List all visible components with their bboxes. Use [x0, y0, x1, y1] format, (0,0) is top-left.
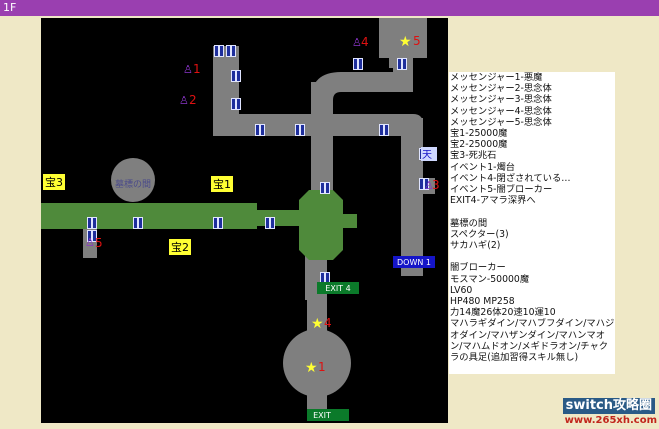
messenger-5-marker: ♙ 5 — [85, 236, 103, 250]
star-4: ★ 4 — [311, 316, 332, 332]
door-icon — [255, 124, 265, 136]
legend-line: HP480 MP258 — [450, 296, 515, 308]
purple-3-marker: ♙ 3 — [424, 178, 440, 192]
door-icon — [379, 124, 389, 136]
messenger-4-marker: ♙ 4 — [352, 35, 369, 49]
svg-text:1: 1 — [193, 62, 201, 76]
svg-text:♙: ♙ — [183, 63, 193, 76]
door-icon — [231, 98, 241, 110]
legend-gap — [450, 206, 615, 217]
svg-text:天: 天 — [422, 150, 432, 161]
legend-line: マハラギダイン/マハブフダイン/マハジオダイン/マハザンダイン/マハンマオン/マ… — [450, 318, 615, 364]
messenger-1-marker: ♙ 1 — [183, 62, 201, 76]
down-1-label: DOWN 1 — [393, 256, 435, 268]
legend-line: 宝3-死兆石 — [450, 150, 497, 162]
svg-text:5: 5 — [95, 236, 103, 250]
watermark-brand: switch攻略圈 — [562, 398, 655, 414]
star-1: ★ 1 — [305, 360, 326, 376]
svg-text:★: ★ — [311, 316, 324, 332]
treasure-1: 宝1 — [211, 176, 233, 192]
door-icon — [231, 70, 241, 82]
door-icon — [213, 217, 223, 229]
legend-line: メッセンジャー4-思念体 — [450, 105, 552, 117]
map-legend: メッセンジャー1-悪魔 メッセンジャー2-思念体 メッセンジャー3-思念体 メッセンジ… — [449, 72, 615, 374]
watermark-url: www.265xh.com — [564, 415, 657, 426]
legend-line: メッセンジャー3-思念体 — [450, 94, 552, 106]
treasure-3: 宝3 — [43, 174, 65, 190]
legend-line: サカハギ(2) — [450, 240, 501, 252]
svg-text:4: 4 — [324, 316, 332, 330]
legend-line: メッセンジャー2-思念体 — [450, 83, 552, 95]
door-icon — [214, 45, 224, 57]
svg-text:5: 5 — [413, 34, 421, 48]
svg-text:★: ★ — [399, 34, 412, 50]
blue-marker: 天 — [421, 147, 437, 161]
svg-text:DOWN 1: DOWN 1 — [397, 258, 431, 267]
door-icon — [295, 124, 305, 136]
legend-line: スペクター(3) — [450, 228, 509, 240]
svg-text:♙: ♙ — [85, 236, 95, 249]
legend-line: モスマン-50000魔 — [450, 273, 530, 285]
svg-text:1: 1 — [318, 360, 326, 374]
legend-line: LV60 — [450, 284, 473, 296]
star-5: ★ 5 — [399, 34, 421, 50]
legend-line: EXIT4-アマラ深界へ — [450, 195, 536, 207]
door-icon — [87, 217, 97, 229]
messenger-2-marker: ♙ 2 — [179, 93, 197, 107]
svg-text:♙: ♙ — [179, 94, 189, 107]
legend-line: 闇ブローカー — [450, 262, 506, 274]
svg-text:宝1: 宝1 — [213, 177, 231, 191]
svg-text:3: 3 — [432, 178, 440, 192]
legend-line: メッセンジャー1-悪魔 — [450, 72, 543, 83]
door-icon — [226, 45, 236, 57]
svg-text:★: ★ — [305, 360, 318, 376]
legend-gap — [450, 251, 615, 262]
legend-line: 宝2-25000魔 — [450, 139, 508, 151]
legend-line: 力14魔26体20速10運10 — [450, 307, 556, 319]
door-icon — [397, 58, 407, 70]
door-icon — [353, 58, 363, 70]
svg-text:EXIT 4: EXIT 4 — [325, 284, 350, 293]
room-name-label: 墓標の間 — [115, 178, 151, 190]
door-icon — [320, 182, 330, 194]
treasure-2: 宝2 — [169, 239, 191, 255]
legend-line: イベント5-闇ブローカー — [450, 184, 553, 196]
legend-line: イベント1-燭台 — [450, 161, 516, 173]
svg-text:宝3: 宝3 — [45, 175, 63, 189]
svg-text:EXIT: EXIT — [313, 411, 331, 420]
watermark: switch攻略圈 www.265xh.com — [562, 398, 659, 429]
legend-line: イベント4-閉ざされている… — [450, 172, 571, 184]
exit-4-label: EXIT 4 — [317, 282, 359, 294]
dungeon-map: 宝3 宝1 宝2 墓標の間 DOWN 1 EXIT 4 EXIT ★ 5 ★ 4… — [41, 18, 448, 423]
door-icon — [265, 217, 275, 229]
svg-text:宝2: 宝2 — [171, 240, 189, 254]
legend-line: メッセンジャー5-思念体 — [450, 116, 552, 128]
door-icon — [133, 217, 143, 229]
floor-title-bar: 1F — [0, 0, 659, 16]
exit-label: EXIT — [307, 409, 349, 421]
svg-text:2: 2 — [189, 93, 197, 107]
legend-line: 墓標の間 — [450, 217, 488, 229]
svg-text:4: 4 — [361, 35, 369, 49]
legend-line: 宝1-25000魔 — [450, 128, 508, 140]
floor-label: 1F — [3, 1, 17, 14]
